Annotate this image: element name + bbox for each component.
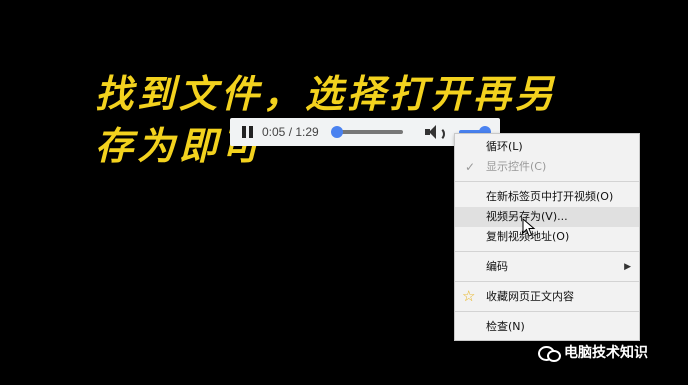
menu-item-encoding[interactable]: 编码 ▶ [455,257,639,277]
menu-separator [455,251,639,252]
checkmark-icon: ✓ [465,160,476,174]
menu-item-inspect[interactable]: 检查(N) [455,317,639,337]
caption-line-1: 找到文件，选择打开再另 [95,71,558,116]
menu-item-encoding-label: 编码 [486,260,508,273]
watermark: 电脑技术知识 [538,342,648,362]
menu-separator [455,311,639,312]
wechat-icon [538,344,561,362]
context-menu: 循环(L) ✓ 显示控件(C) 在新标签页中打开视频(O) 视频另存为(V)..… [454,133,640,341]
seek-bar[interactable] [330,126,403,138]
menu-item-inspect-label: 检查(N) [486,320,525,333]
menu-item-loop[interactable]: 循环(L) [455,137,639,157]
menu-separator [455,281,639,282]
menu-item-bookmark-content[interactable]: ☆ 收藏网页正文内容 [455,287,639,307]
menu-item-save-video-as[interactable]: 视频另存为(V)... [455,207,639,227]
chevron-right-icon: ▶ [624,262,631,272]
watermark-text: 电脑技术知识 [564,345,648,361]
menu-item-loop-label: 循环(L) [486,140,523,153]
menu-item-open-in-new-tab[interactable]: 在新标签页中打开视频(O) [455,187,639,207]
menu-item-bookmark-content-label: 收藏网页正文内容 [486,290,574,303]
menu-item-show-controls[interactable]: ✓ 显示控件(C) [455,157,639,177]
menu-item-copy-video-address[interactable]: 复制视频地址(O) [455,227,639,247]
pause-button[interactable] [240,124,256,140]
menu-separator [455,181,639,182]
volume-icon[interactable] [424,124,445,141]
time-display: 0:05 / 1:29 [262,125,319,139]
mouse-cursor-icon [522,218,536,237]
menu-item-show-controls-label: 显示控件(C) [486,160,547,173]
menu-item-open-in-new-tab-label: 在新标签页中打开视频(O) [486,190,614,203]
star-icon: ☆ [462,287,476,305]
seek-bar-thumb[interactable] [330,126,343,138]
